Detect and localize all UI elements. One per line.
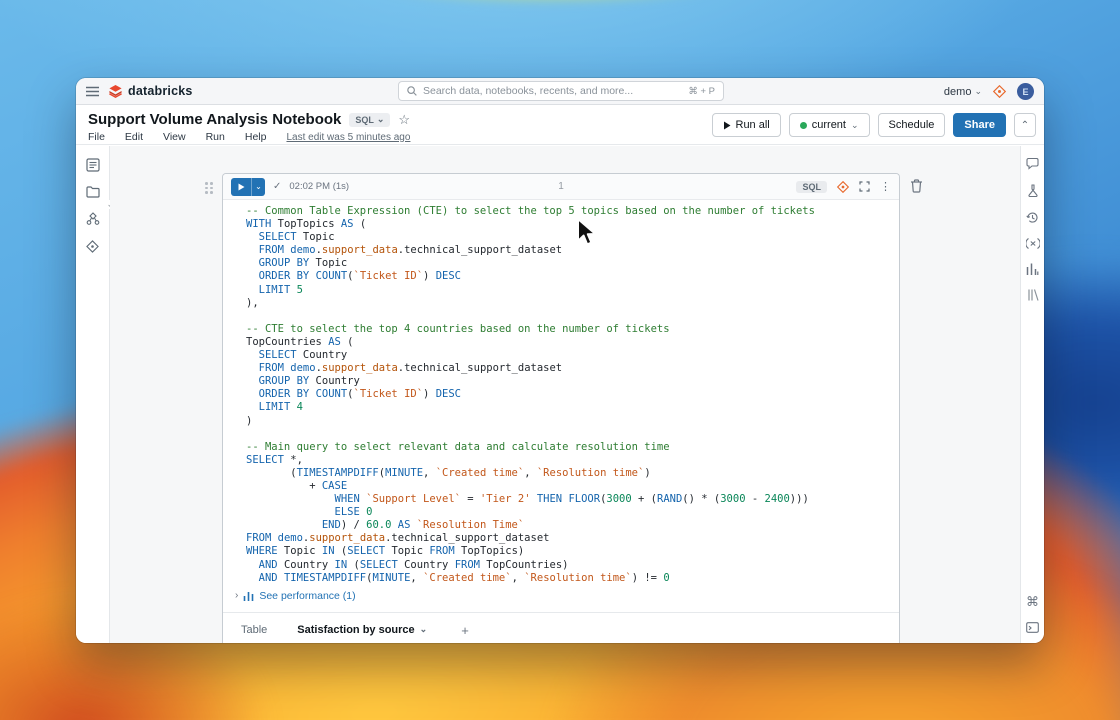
collapse-icon: ⌃ xyxy=(1020,119,1030,131)
databricks-logo-icon xyxy=(109,84,122,98)
folder-icon[interactable] xyxy=(85,186,100,198)
menu-item[interactable]: Edit xyxy=(125,131,143,143)
collapse-header-button[interactable]: ⌃ xyxy=(1014,113,1036,137)
workspace-switcher[interactable]: demo ⌄ xyxy=(944,86,982,98)
last-edit-link[interactable]: Last edit was 5 minutes ago xyxy=(286,132,410,143)
run-all-label: Run all xyxy=(735,119,770,131)
notebook-cell: ⌄ ✓ 02:02 PM (1s) 1 SQL ⋮ -- Common Tabl… xyxy=(222,173,900,643)
search-icon xyxy=(407,86,417,96)
expand-chevron-icon: › xyxy=(235,590,239,602)
menu-item[interactable]: Help xyxy=(245,131,267,143)
bar-chart-icon xyxy=(244,591,254,601)
share-button[interactable]: Share xyxy=(953,113,1006,137)
expand-cell-icon[interactable] xyxy=(859,181,870,192)
databricks-window: databricks Search data, notebooks, recen… xyxy=(76,78,1044,643)
table-of-contents-icon[interactable] xyxy=(85,158,100,172)
cell-number: 1 xyxy=(558,181,564,192)
cluster-selector-button[interactable]: current ⌄ xyxy=(788,113,870,137)
logo-text: databricks xyxy=(128,84,193,98)
user-avatar[interactable]: E xyxy=(1017,83,1034,100)
notebook-body: ⌄ ⌄ xyxy=(76,146,1044,643)
schedule-button[interactable]: Schedule xyxy=(877,113,946,137)
navbar-right: demo ⌄ E xyxy=(944,78,1034,105)
cluster-label: current xyxy=(811,119,846,131)
environment-icon[interactable] xyxy=(1027,289,1039,301)
page-title: Support Volume Analysis Notebook xyxy=(88,111,342,128)
workspace-name: demo xyxy=(943,85,972,98)
run-success-check-icon: ✓ xyxy=(273,181,282,192)
cell-drag-handle-icon[interactable] xyxy=(205,182,213,194)
search-placeholder: Search data, notebooks, recents, and mor… xyxy=(423,85,634,97)
cell-results: Table Satisfaction by source ⌄ + xyxy=(223,611,899,643)
chevron-down-icon: ⌄ xyxy=(974,86,982,96)
hamburger-menu-icon[interactable] xyxy=(86,86,99,97)
chevron-down-icon: ⌄ xyxy=(419,624,428,635)
menu-item[interactable]: File xyxy=(88,131,105,143)
desktop: databricks Search data, notebooks, recen… xyxy=(0,0,1120,720)
favorite-star-icon[interactable]: ☆ xyxy=(398,113,410,126)
schedule-label: Schedule xyxy=(888,119,935,131)
cell-menu-kebab-icon[interactable]: ⋮ xyxy=(880,180,891,193)
see-performance-link: See performance (1) xyxy=(259,589,356,602)
cell-toolbar-right: SQL ⋮ xyxy=(796,180,891,193)
header-actions: Run all current ⌄ Schedule Share ⌃ xyxy=(711,113,1036,137)
version-history-icon[interactable] xyxy=(1026,211,1039,224)
language-selector[interactable]: SQL ⌄ xyxy=(349,112,391,127)
cell-toolbar: ⌄ ✓ 02:02 PM (1s) 1 SQL ⋮ xyxy=(223,174,899,200)
delete-cell-trash-icon[interactable] xyxy=(910,179,923,193)
compass-diamond-icon[interactable] xyxy=(86,240,99,253)
wallpaper-lime-streak xyxy=(313,0,784,16)
menu-bar: File Edit View Run Help xyxy=(88,131,266,143)
menu-item[interactable]: View xyxy=(163,131,186,143)
menu-item[interactable]: Run xyxy=(206,131,225,143)
databricks-logo[interactable]: databricks xyxy=(108,84,193,99)
cell-language-badge[interactable]: SQL xyxy=(796,180,827,193)
add-visualization-button[interactable]: + xyxy=(457,623,473,638)
last-run-time: 02:02 PM (1s) xyxy=(289,181,350,192)
shortcuts-command-icon[interactable]: ⌘ xyxy=(1026,594,1039,610)
chevron-down-icon: ⌄ xyxy=(376,114,385,124)
right-sidebar: ⌘ xyxy=(1020,146,1044,643)
run-cell-button[interactable]: ⌄ xyxy=(231,177,265,196)
left-sidebar: ⌄ xyxy=(76,146,114,643)
chevron-down-icon: ⌄ xyxy=(851,119,859,130)
assistant-diamond-icon[interactable] xyxy=(993,85,1006,98)
share-label: Share xyxy=(964,119,995,131)
terminal-panel-icon[interactable] xyxy=(1026,622,1039,633)
top-navbar: databricks Search data, notebooks, recen… xyxy=(76,78,1044,105)
sql-code-editor[interactable]: -- Common Table Expression (CTE) to sele… xyxy=(223,200,899,587)
play-icon[interactable] xyxy=(231,177,251,196)
cluster-status-dot xyxy=(799,121,807,129)
tab-satisfaction-by-source[interactable]: Satisfaction by source ⌄ xyxy=(297,613,427,643)
catalog-icon[interactable] xyxy=(86,212,100,226)
run-all-button[interactable]: Run all xyxy=(711,113,781,137)
play-icon xyxy=(723,121,730,129)
search-shortcut: ⌘ + P xyxy=(688,85,715,97)
comments-icon[interactable] xyxy=(1026,158,1039,170)
tab-table[interactable]: Table xyxy=(241,613,267,643)
language-label: SQL xyxy=(355,114,374,125)
experiments-flask-icon[interactable] xyxy=(1027,184,1039,197)
assistant-diamond-icon[interactable] xyxy=(837,180,849,193)
results-tabs: Table Satisfaction by source ⌄ + xyxy=(223,613,899,643)
run-options-chevron-icon[interactable]: ⌄ xyxy=(251,177,265,196)
variables-icon[interactable] xyxy=(1025,238,1040,249)
right-sidebar-bottom: ⌘ xyxy=(1026,594,1039,633)
performance-chart-icon[interactable] xyxy=(1026,263,1039,275)
notebook-canvas: ⌄ ✓ 02:02 PM (1s) 1 SQL ⋮ -- Common Tabl… xyxy=(110,146,1020,643)
active-tab-label: Satisfaction by source xyxy=(297,623,415,636)
notebook-header: Support Volume Analysis Notebook SQL ⌄ ☆… xyxy=(76,105,1044,145)
see-performance-row[interactable]: › See performance (1) xyxy=(223,587,899,606)
search-input[interactable]: Search data, notebooks, recents, and mor… xyxy=(398,81,724,101)
